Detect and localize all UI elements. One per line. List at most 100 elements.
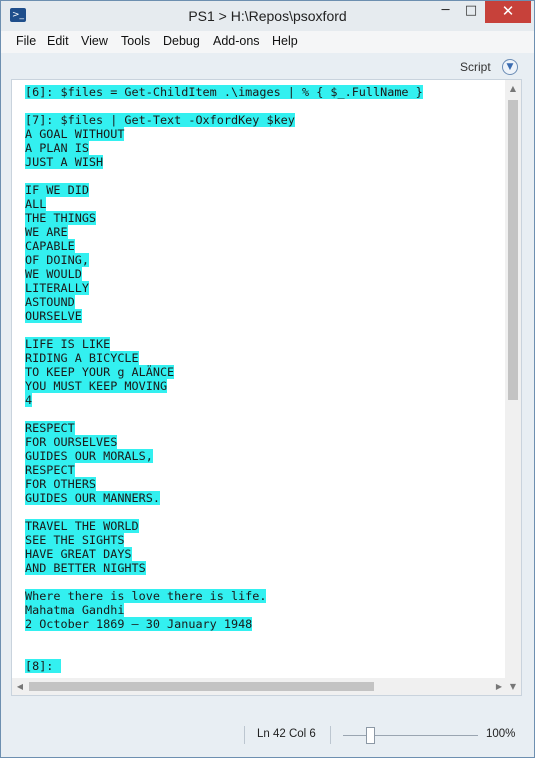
menu-edit[interactable]: Edit: [47, 34, 69, 48]
console-line-text: [7]: $files | Get-Text -OxfordKey $key: [25, 113, 295, 127]
menu-debug[interactable]: Debug: [163, 34, 200, 48]
console-line-text: [8]:: [25, 659, 61, 673]
console-line: WE ARE: [25, 225, 423, 239]
console-line-text: WE WOULD: [25, 267, 82, 281]
console-lines: [6]: $files = Get-ChildItem .\images | %…: [25, 85, 423, 673]
console-line-text: TRAVEL THE WORLD: [25, 519, 139, 533]
menu-help[interactable]: Help: [272, 34, 298, 48]
console-line-text: JUST A WISH: [25, 155, 104, 169]
console-line-text: Mahatma Gandhi: [25, 603, 125, 617]
console-line: YOU MUST KEEP MOVING: [25, 379, 423, 393]
console-line: A PLAN IS: [25, 141, 423, 155]
close-button[interactable]: ✕: [485, 1, 531, 23]
console-line-text: 4: [25, 393, 33, 407]
console-line: HAVE GREAT DAYS: [25, 547, 423, 561]
menu-tools[interactable]: Tools: [121, 34, 150, 48]
console-line: SEE THE SIGHTS: [25, 533, 423, 547]
scroll-up-icon[interactable]: ▲: [505, 80, 521, 97]
status-separator: [330, 726, 331, 744]
console-line-text: IF WE DID: [25, 183, 89, 197]
console-line: 2 October 1869 – 30 January 1948: [25, 617, 423, 631]
console-line-text: RESPECT: [25, 463, 75, 477]
console-line: RIDING A BICYCLE: [25, 351, 423, 365]
console-line-text: FOR OURSELVES: [25, 435, 118, 449]
console-line: OF DOING,: [25, 253, 423, 267]
console-line: A GOAL WITHOUT: [25, 127, 423, 141]
console-line-text: SEE THE SIGHTS: [25, 533, 125, 547]
console-line-text: A GOAL WITHOUT: [25, 127, 125, 141]
console-line: [8]:: [25, 659, 423, 673]
console-line: Where there is love there is life.: [25, 589, 423, 603]
status-separator: [244, 726, 245, 744]
console-line-text: 2 October 1869 – 30 January 1948: [25, 617, 253, 631]
ise-window: >_ PS1 > H:\Repos\psoxford ─ □ ✕ File Ed…: [0, 0, 535, 758]
console-output-pane[interactable]: [6]: $files = Get-ChildItem .\images | %…: [11, 79, 522, 696]
console-line-text: [6]: $files = Get-ChildItem .\images | %…: [25, 85, 423, 99]
menu-bar: File Edit View Tools Debug Add-ons Help: [1, 31, 534, 53]
minimize-button[interactable]: ─: [433, 1, 458, 23]
console-line: RESPECT: [25, 421, 423, 435]
console-line-text: LITERALLY: [25, 281, 89, 295]
console-line: RESPECT: [25, 463, 423, 477]
console-line-text: TO KEEP YOUR g ALÄNCE: [25, 365, 175, 379]
console-line: [7]: $files | Get-Text -OxfordKey $key: [25, 113, 423, 127]
console-line: FOR OURSELVES: [25, 435, 423, 449]
horizontal-scroll-thumb[interactable]: [29, 682, 374, 691]
console-line-text: CAPABLE: [25, 239, 75, 253]
console-line: ASTOUND: [25, 295, 423, 309]
console-line: [6]: $files = Get-ChildItem .\images | %…: [25, 85, 423, 99]
console-line-text: YOU MUST KEEP MOVING: [25, 379, 168, 393]
scroll-left-icon[interactable]: ◀: [12, 678, 28, 695]
console-line: LITERALLY: [25, 281, 423, 295]
menu-view[interactable]: View: [81, 34, 108, 48]
cursor-position: Ln 42 Col 6: [257, 728, 316, 740]
scroll-down-icon[interactable]: ▼: [505, 678, 521, 695]
script-pane-label: Script: [460, 60, 491, 74]
vertical-scrollbar[interactable]: ▲ ▼: [505, 80, 521, 695]
console-line: AND BETTER NIGHTS: [25, 561, 423, 575]
console-line-text: OURSELVE: [25, 309, 82, 323]
console-line-text: RIDING A BICYCLE: [25, 351, 139, 365]
console-line-text: ASTOUND: [25, 295, 75, 309]
console-line-text: HAVE GREAT DAYS: [25, 547, 132, 561]
maximize-button[interactable]: □: [458, 1, 484, 23]
console-line-text: AND BETTER NIGHTS: [25, 561, 146, 575]
console-line-text: GUIDES OUR MANNERS.: [25, 491, 160, 505]
console-line-text: LIFE IS LIKE: [25, 337, 111, 351]
scroll-right-icon[interactable]: ▶: [491, 678, 507, 695]
console-line: WE WOULD: [25, 267, 423, 281]
zoom-slider-thumb[interactable]: [366, 727, 375, 744]
console-line-text: WE ARE: [25, 225, 68, 239]
console-line-text: RESPECT: [25, 421, 75, 435]
title-bar[interactable]: >_ PS1 > H:\Repos\psoxford ─ □ ✕: [1, 1, 534, 31]
console-line-text: ALL: [25, 197, 47, 211]
menu-file[interactable]: File: [16, 34, 36, 48]
console-line: GUIDES OUR MORALS,: [25, 449, 423, 463]
console-line-text: FOR OTHERS: [25, 477, 97, 491]
menu-add-ons[interactable]: Add-ons: [213, 34, 260, 48]
zoom-level: 100%: [486, 728, 516, 740]
vertical-scroll-thumb[interactable]: [508, 100, 518, 400]
status-bar: Ln 42 Col 6 100%: [1, 719, 534, 751]
horizontal-scrollbar[interactable]: ◀ ▶: [12, 678, 507, 695]
console-line: THE THINGS: [25, 211, 423, 225]
chevron-down-icon[interactable]: ▼: [502, 59, 518, 75]
console-line: Mahatma Gandhi: [25, 603, 423, 617]
console-line: ALL: [25, 197, 423, 211]
zoom-slider-track[interactable]: [343, 735, 478, 736]
console-line: 4: [25, 393, 423, 407]
console-pane-header: Script ▼: [1, 54, 534, 79]
console-line: TO KEEP YOUR g ALÄNCE: [25, 365, 423, 379]
console-line: JUST A WISH: [25, 155, 423, 169]
console-line: LIFE IS LIKE: [25, 337, 423, 351]
console-line: IF WE DID: [25, 183, 423, 197]
console-line-text: A PLAN IS: [25, 141, 89, 155]
